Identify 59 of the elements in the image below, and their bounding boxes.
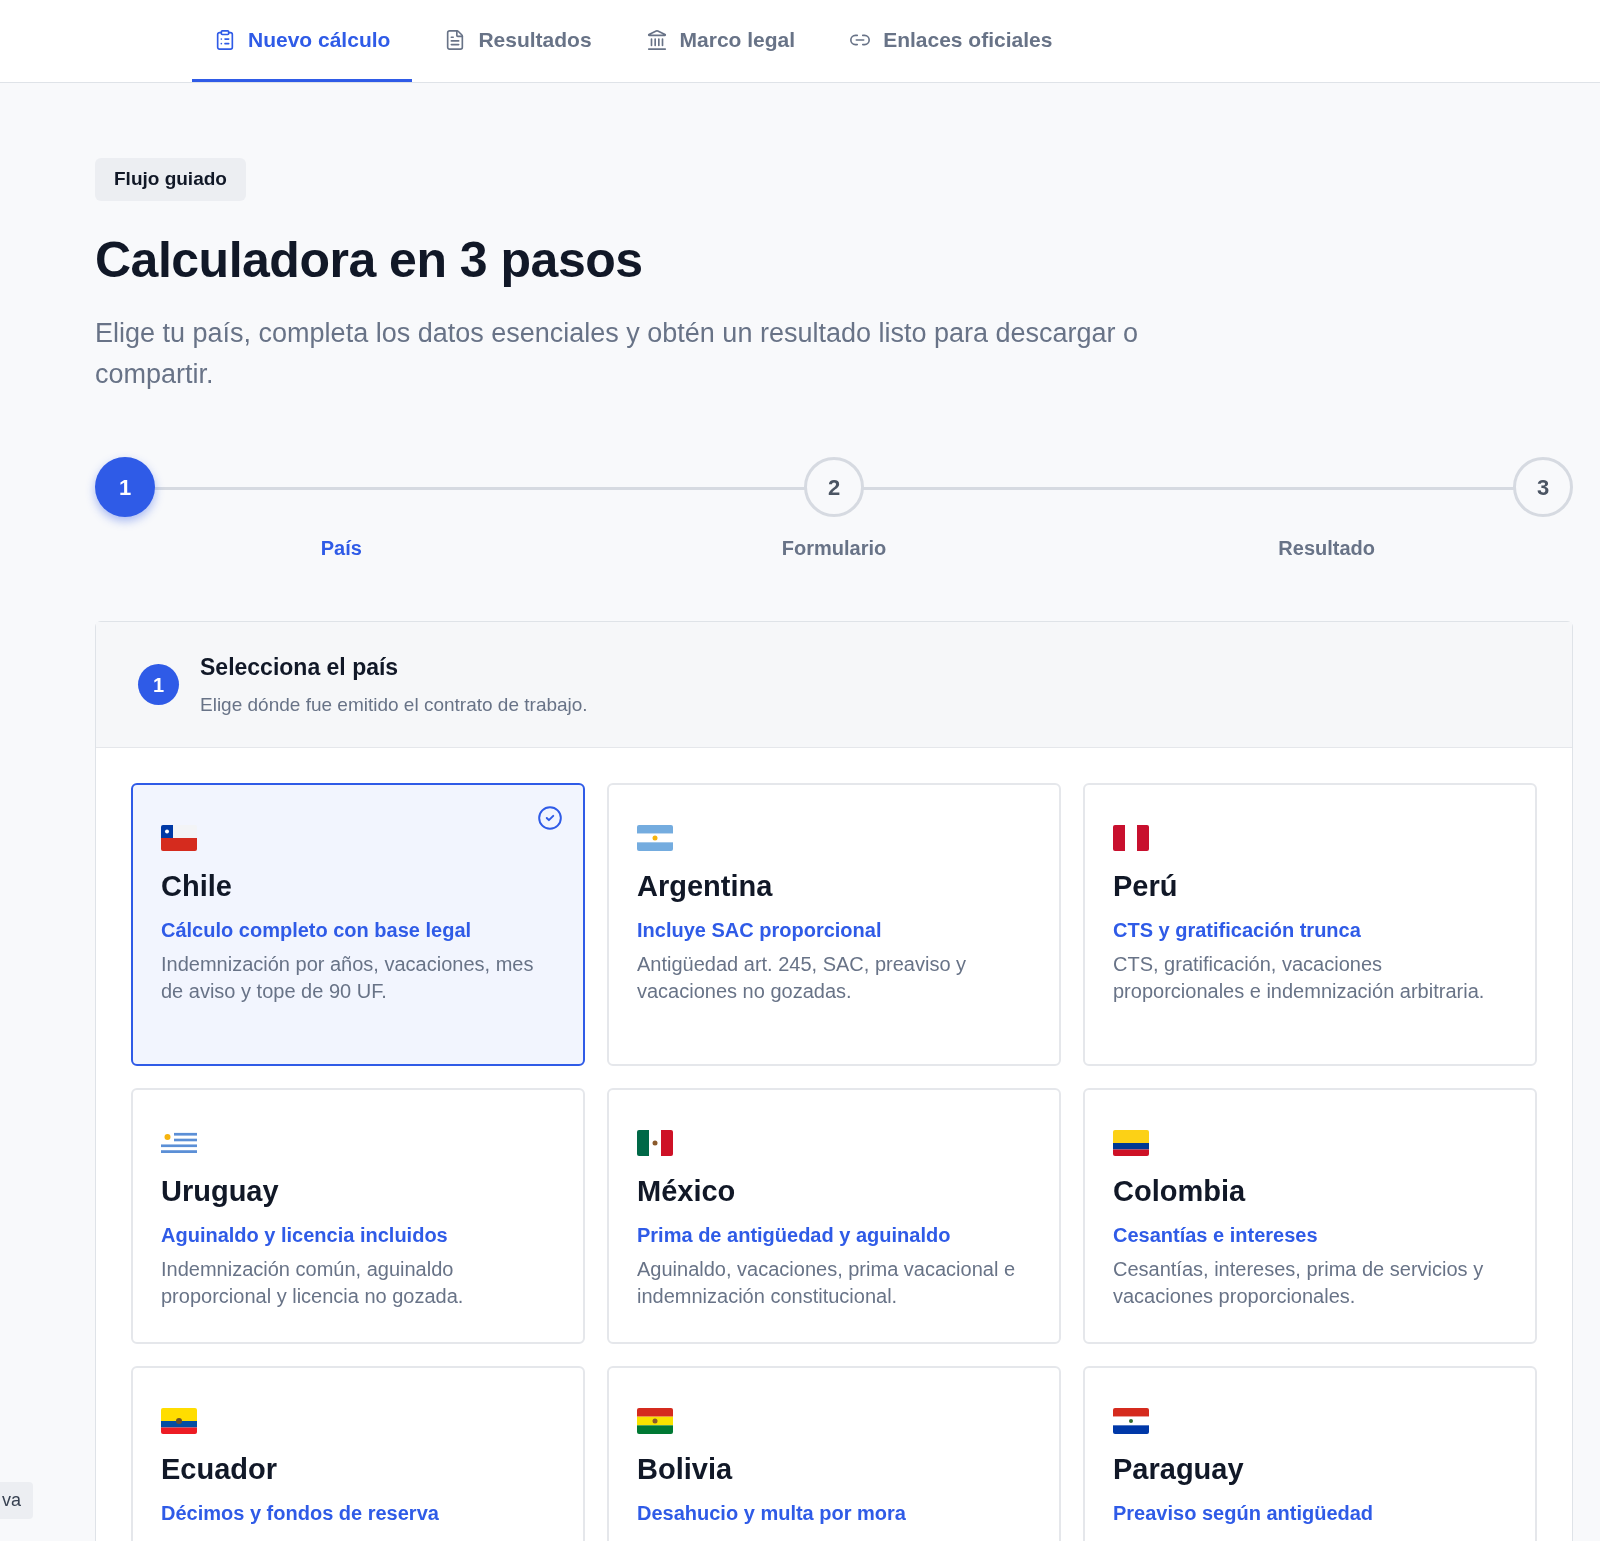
nav-tab[interactable]: Resultados	[422, 0, 614, 82]
country-card[interactable]: Uruguay Aguinaldo y licencia incluidos Indemnización común, aguinaldo proporcional y licencia no gozada.	[131, 1088, 585, 1344]
flag-icon	[1113, 1408, 1149, 1434]
country-description: Indemnización por años, vacaciones, mes de aviso y tope de 90 UF.	[161, 951, 535, 1004]
nav-tab[interactable]: Nuevo cálculo	[192, 0, 413, 82]
country-name: Colombia	[1113, 1174, 1247, 1209]
step-number-badge: 1	[138, 664, 179, 705]
country-highlight: Desahucio y multa por mora	[637, 1500, 907, 1526]
country-name: Argentina	[637, 869, 774, 904]
country-card[interactable]: Colombia Cesantías e intereses Cesantías, intereses, prima de servicios y vacaciones proporcionales.	[1083, 1088, 1537, 1344]
flag-icon	[161, 1130, 197, 1156]
country-name: México	[637, 1174, 737, 1209]
country-card[interactable]: Perú CTS y gratificación trunca CTS, gratificación, vacaciones proporcionales e indemnización arbitraria.	[1083, 783, 1537, 1066]
step-label: Formulario	[781, 536, 887, 561]
flag-icon	[1113, 825, 1149, 851]
country-highlight: Aguinaldo y licencia incluidos	[161, 1222, 449, 1248]
country-description: Cesantías, intereses, prima de servicios y vacaciones proporcionales.	[1113, 1256, 1485, 1309]
country-highlight: CTS y gratificación trunca	[1113, 917, 1362, 943]
country-name: Chile	[161, 869, 233, 904]
country-card[interactable]: Paraguay Preaviso según antigüedad	[1083, 1366, 1537, 1541]
clipboard-icon	[214, 28, 236, 51]
page-description: Elige tu país, completa los datos esenciales y obtén un resultado listo para descargar o compartir.	[95, 317, 1140, 391]
country-card[interactable]: México Prima de antigüedad y aguinaldo Aguinaldo, vacaciones, prima vacacional e indemnización constitucional.	[607, 1088, 1061, 1344]
flow-badge: Flujo guiado	[95, 158, 246, 201]
flag-icon	[1113, 1130, 1149, 1156]
country-description: CTS, gratificación, vacaciones proporcionales e indemnización arbitraria.	[1113, 951, 1486, 1004]
country-card[interactable]: Chile Cálculo completo con base legal Indemnización por años, vacaciones, mes de aviso y tope de 90 UF.	[131, 783, 585, 1066]
flag-icon	[637, 825, 673, 851]
flag-icon	[161, 1408, 197, 1434]
country-highlight: Prima de antigüedad y aguinaldo	[637, 1222, 952, 1248]
panel-title: Selecciona el país	[200, 653, 400, 682]
country-name: Uruguay	[161, 1174, 280, 1209]
country-description: Antigüedad art. 245, SAC, preaviso y vacaciones no gozadas.	[637, 951, 968, 1004]
country-highlight: Preaviso según antigüedad	[1113, 1500, 1375, 1526]
page-title: Calculadora en 3 pasos	[95, 230, 644, 290]
country-card[interactable]: Ecuador Décimos y fondos de reserva	[131, 1366, 585, 1541]
country-highlight: Cesantías e intereses	[1113, 1222, 1319, 1248]
country-highlight: Incluye SAC proporcional	[637, 917, 883, 943]
flag-icon	[637, 1130, 673, 1156]
country-description: Aguinaldo, vacaciones, prima vacacional e indemnización constitucional.	[637, 1256, 1016, 1309]
country-highlight: Cálculo completo con base legal	[161, 917, 473, 943]
flag-icon	[637, 1408, 673, 1434]
country-card[interactable]: Bolivia Desahucio y multa por mora	[607, 1366, 1061, 1541]
nav-tab[interactable]: Marco legal	[623, 0, 818, 82]
flag-icon	[161, 825, 197, 851]
check-icon	[537, 805, 563, 831]
country-name: Bolivia	[637, 1452, 734, 1487]
step-label: Resultado	[1278, 536, 1375, 561]
country-name: Ecuador	[161, 1452, 279, 1487]
country-highlight: Décimos y fondos de reserva	[161, 1500, 440, 1526]
country-name: Paraguay	[1113, 1452, 1245, 1487]
toast: va	[0, 1482, 33, 1519]
bank-icon	[645, 28, 668, 51]
country-name: Perú	[1113, 869, 1179, 904]
country-description: Indemnización común, aguinaldo proporcional y licencia no gozada.	[161, 1256, 465, 1309]
nav-tab[interactable]: Enlaces oficiales	[827, 0, 1075, 82]
country-card[interactable]: Argentina Incluye SAC proporcional Antigüedad art. 245, SAC, preaviso y vacaciones no gozadas.	[607, 783, 1061, 1066]
panel-subtitle: Elige dónde fue emitido el contrato de trabajo.	[200, 692, 588, 717]
step-label: País	[320, 536, 362, 561]
